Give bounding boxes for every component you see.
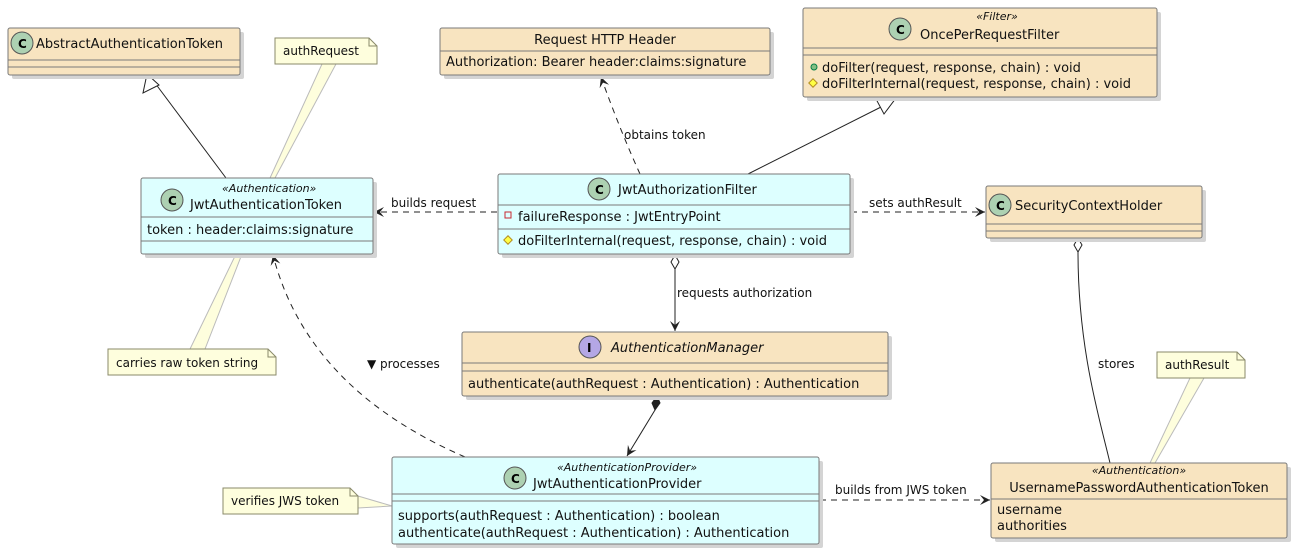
class-request-http-header: Request HTTP Header Authorization: Beare… [439, 27, 774, 79]
class-jwt-authentication-provider: C «AuthenticationProvider» JwtAuthentica… [391, 456, 823, 548]
note-text: verifies JWS token [231, 494, 339, 508]
composition-edge [626, 409, 656, 457]
note-verifies: verifies JWS token [222, 487, 393, 515]
method: doFilter(request, response, chain) : voi… [822, 61, 1081, 76]
class-name: JwtAuthorizationFilter [617, 183, 757, 198]
builds-from-jws-label: builds from JWS token [835, 483, 967, 497]
stereotype: «Filter» [976, 10, 1018, 23]
class-jwt-authorization-filter: C JwtAuthorizationFilter failureResponse… [497, 173, 854, 258]
attribute: failureResponse : JwtEntryPoint [518, 210, 721, 225]
svg-text:C: C [595, 183, 604, 197]
public-icon [810, 63, 818, 71]
svg-text:I: I [587, 341, 591, 355]
stereotype: «AuthenticationProvider» [557, 461, 697, 474]
svg-text:C: C [896, 23, 905, 37]
class-name: UsernamePasswordAuthenticationToken [1009, 481, 1268, 496]
processes-edge [270, 254, 466, 458]
class-username-password-authentication-token: «Authentication» UsernamePasswordAuthent… [990, 462, 1291, 542]
note-text: carries raw token string [116, 356, 258, 370]
class-name: Request HTTP Header [534, 33, 676, 48]
stereotype: «Authentication» [1092, 464, 1187, 477]
attribute: username [997, 503, 1062, 518]
interface-authentication-manager: I AuthenticationManager authenticate(aut… [461, 331, 892, 400]
note-raw-token: carries raw token string [107, 253, 277, 376]
attribute: authorities [997, 519, 1067, 534]
class-once-per-request-filter: C «Filter» OncePerRequestFilter doFilter… [802, 7, 1161, 101]
attribute: Authorization: Bearer header:claims:sign… [446, 55, 746, 70]
stereotype: «Authentication» [222, 182, 317, 195]
class-name: JwtAuthenticationToken [189, 198, 342, 213]
class-diagram: obtains token builds request sets authRe… [7, 7, 1291, 548]
requests-authorization-label: requests authorization [677, 286, 812, 300]
method: doFilterInternal(request, response, chai… [822, 77, 1131, 92]
obtains-token-edge [599, 76, 641, 175]
note-text: authRequest [283, 44, 359, 58]
class-abstract-authentication-token: C AbstractAuthenticationToken [7, 27, 244, 79]
class-name: SecurityContextHolder [1015, 199, 1163, 214]
svg-text:C: C [996, 199, 1005, 213]
svg-text:C: C [511, 472, 520, 486]
class-name: OncePerRequestFilter [920, 28, 1060, 43]
class-security-context-holder: C SecurityContextHolder [985, 185, 1206, 242]
class-jwt-authentication-token: C «Authentication» JwtAuthenticationToke… [140, 177, 377, 258]
note-auth-result: authResult [1149, 351, 1246, 464]
method: authenticate(authRequest : Authenticatio… [468, 377, 859, 392]
inheritance-edge [747, 103, 888, 175]
note-text: authResult [1165, 358, 1230, 372]
obtains-token-label: obtains token [624, 128, 706, 142]
interface-name: AuthenticationManager [610, 341, 765, 356]
class-name: JwtAuthenticationProvider [532, 477, 702, 492]
processes-label: ▼ processes [367, 357, 440, 371]
sets-auth-result-label: sets authResult [869, 196, 962, 210]
svg-text:C: C [168, 194, 177, 208]
note-auth-request: authRequest [269, 37, 378, 179]
class-name: AbstractAuthenticationToken [36, 37, 223, 52]
attribute: token : header:claims:signature [147, 223, 353, 238]
method: authenticate(authRequest : Authenticatio… [398, 526, 789, 541]
method: supports(authRequest : Authentication) :… [398, 509, 720, 524]
inheritance-edge [154, 82, 227, 179]
stores-label: stores [1098, 357, 1135, 371]
builds-request-label: builds request [391, 196, 476, 210]
method: doFilterInternal(request, response, chai… [518, 234, 827, 249]
svg-text:C: C [18, 37, 27, 51]
